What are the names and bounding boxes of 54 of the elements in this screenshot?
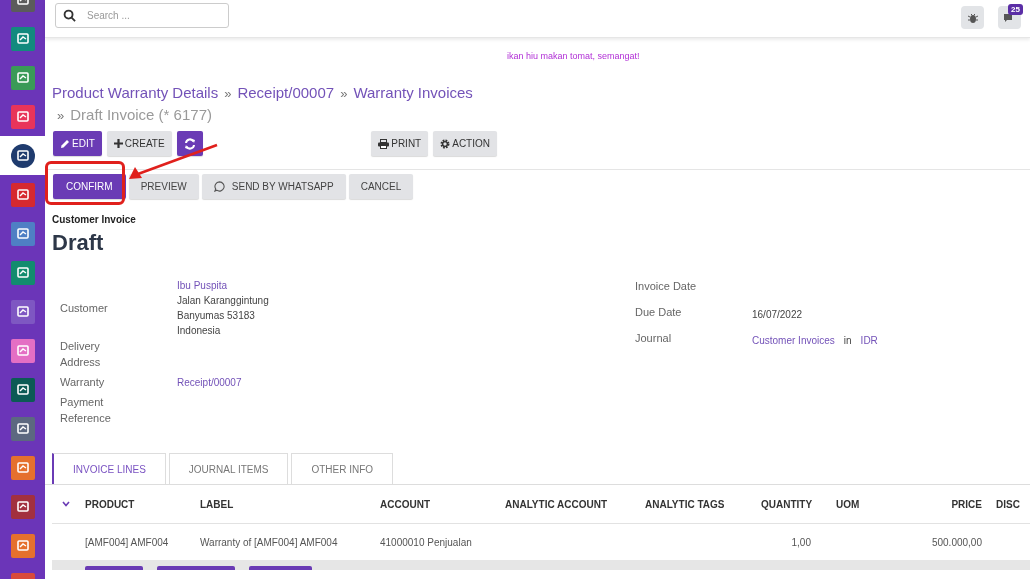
field-label: Delivery Address	[60, 339, 102, 370]
field-label: Invoice Date	[635, 279, 698, 294]
edit-button[interactable]: EDIT	[53, 131, 102, 156]
notice-text: ikan hiu makan tomat, semangat!	[507, 51, 640, 61]
messages-button[interactable]: 25	[998, 6, 1021, 29]
field-label: Payment Reference	[60, 395, 112, 426]
tab[interactable]: JOURNAL ITEMS	[168, 453, 289, 484]
tab[interactable]: INVOICE LINES	[52, 453, 166, 484]
document-type: Customer Invoice	[52, 214, 137, 225]
message-count-badge: 25	[1008, 4, 1023, 15]
column-header[interactable]: PRICE	[894, 498, 996, 510]
tab[interactable]: OTHER INFO	[291, 453, 394, 484]
field-link[interactable]: Ibu Puspita	[177, 278, 269, 293]
column-header[interactable]: QUANTITY	[761, 498, 836, 510]
breadcrumb-link[interactable]: Warranty Invoices	[353, 84, 473, 101]
breadcrumb-separator: »	[57, 107, 65, 124]
column-header[interactable]: ACCOUNT	[380, 498, 505, 510]
joiner-text: in	[843, 334, 852, 348]
whatsapp-button[interactable]: SEND BY WHATSAPP	[201, 174, 346, 199]
field-link[interactable]: IDR	[860, 333, 878, 348]
breadcrumb-current: Draft Invoice (* 6177)	[70, 106, 212, 123]
field-link[interactable]: Receipt/00007	[177, 374, 242, 390]
field-value: 16/07/2022	[752, 308, 803, 322]
table-cell-text: 1,00	[790, 536, 812, 548]
column-header[interactable]: ANALYTIC TAGS	[645, 498, 761, 510]
column-header[interactable]: PRODUCT	[85, 498, 200, 510]
status-button[interactable]: CANCEL	[348, 174, 414, 199]
table-cell-text: 41000010 Penjualan	[380, 536, 473, 548]
field-label: Warranty	[60, 375, 106, 390]
print-button[interactable]: PRINT	[371, 131, 429, 156]
table-cell-text: Warranty of [AMF004] AMF004	[200, 536, 339, 548]
column-header[interactable]: ANALYTIC ACCOUNT	[505, 498, 645, 510]
action-button[interactable]: ACTION	[433, 131, 497, 156]
table-cell-text: 500.000,00	[930, 536, 983, 548]
field-link[interactable]: Customer Invoices	[752, 333, 835, 348]
breadcrumb-separator: »	[224, 85, 232, 102]
address-line: Banyumas 53183	[177, 309, 256, 323]
status-button[interactable]: PREVIEW	[128, 174, 199, 199]
breadcrumb-link[interactable]: Product Warranty Details	[52, 84, 219, 101]
document-status: Draft	[52, 230, 105, 256]
table-cell-text: [AMF004] AMF004	[85, 536, 170, 548]
breadcrumb-link[interactable]: Receipt/00007	[237, 84, 335, 101]
field-label: Journal	[635, 331, 673, 346]
column-header[interactable]: UOM	[836, 498, 894, 510]
field-label: Customer	[60, 301, 109, 316]
status-button[interactable]: CONFIRM	[53, 174, 126, 199]
address-line: Indonesia	[177, 324, 222, 338]
column-header[interactable]: LABEL	[200, 498, 380, 510]
column-header[interactable]: DISC	[996, 498, 1028, 510]
create-button[interactable]: CREATE	[106, 131, 172, 156]
search-field[interactable]: Search ...	[55, 3, 229, 28]
breadcrumb-separator: »	[340, 85, 348, 102]
address-line: Jalan Karanggintung	[177, 294, 269, 308]
field-label: Due Date	[635, 305, 683, 320]
